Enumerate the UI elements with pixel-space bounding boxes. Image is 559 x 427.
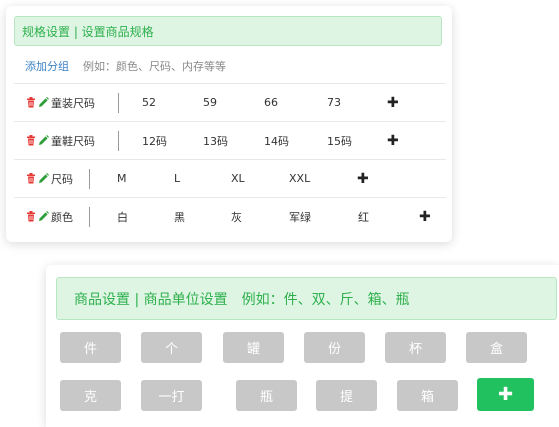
trash-icon[interactable] bbox=[25, 173, 36, 185]
unit-settings-alert: 商品设置 | 商品单位设置 例如：件、双、斤、箱、瓶 bbox=[56, 277, 557, 320]
unit-button[interactable]: 杯 bbox=[385, 332, 446, 363]
unit-settings-panel: 商品设置 | 商品单位设置 例如：件、双、斤、箱、瓶 件个罐份杯盒克一打 瓶提箱 ✚ bbox=[46, 265, 559, 427]
spec-row-divider bbox=[89, 169, 90, 189]
add-spec-value-plus-icon[interactable]: ✚ bbox=[419, 198, 431, 235]
spec-value[interactable]: 13码 bbox=[203, 122, 228, 159]
spec-group-label: 童鞋尺码 bbox=[51, 134, 95, 148]
pencil-icon[interactable] bbox=[38, 173, 49, 185]
unit-button[interactable]: 盒 bbox=[466, 332, 527, 363]
spec-value[interactable]: 灰 bbox=[231, 198, 242, 235]
spec-row-divider bbox=[118, 93, 119, 113]
spec-value[interactable]: XL bbox=[231, 160, 245, 197]
spec-value[interactable]: 红 bbox=[358, 198, 369, 235]
pencil-icon[interactable] bbox=[38, 211, 49, 223]
add-group-row: 添加分组 例如：颜色、尺码、内存等等 bbox=[25, 58, 226, 74]
spec-value[interactable]: M bbox=[117, 160, 127, 197]
spec-settings-alert: 规格设置 | 设置商品规格 bbox=[14, 16, 442, 46]
spec-value[interactable]: 59 bbox=[203, 84, 217, 121]
spec-value[interactable]: 军绿 bbox=[289, 198, 311, 235]
spec-row: 童装尺码 52 59 66 73 ✚ bbox=[14, 83, 446, 121]
spec-value[interactable]: L bbox=[174, 160, 180, 197]
spec-row-divider bbox=[89, 207, 90, 227]
unit-button[interactable]: 克 bbox=[60, 380, 121, 411]
spec-row: 颜色 白 黑 灰 军绿 红 ✚ bbox=[14, 197, 446, 235]
trash-icon[interactable] bbox=[25, 211, 36, 223]
add-group-link[interactable]: 添加分组 bbox=[25, 58, 69, 74]
unit-button[interactable]: 件 bbox=[60, 332, 121, 363]
pencil-icon[interactable] bbox=[38, 135, 49, 147]
spec-value[interactable]: 14码 bbox=[264, 122, 289, 159]
spec-value[interactable]: 15码 bbox=[327, 122, 352, 159]
spec-group-label: 童装尺码 bbox=[51, 96, 95, 110]
spec-value[interactable]: 73 bbox=[327, 84, 341, 121]
spec-value[interactable]: XXL bbox=[289, 160, 310, 197]
unit-button[interactable]: 提 bbox=[316, 380, 377, 411]
unit-button[interactable]: 瓶 bbox=[236, 380, 297, 411]
spec-settings-panel: 规格设置 | 设置商品规格 添加分组 例如：颜色、尺码、内存等等 童装尺码 52 5… bbox=[6, 6, 452, 242]
trash-icon[interactable] bbox=[25, 97, 36, 109]
add-group-hint: 例如：颜色、尺码、内存等等 bbox=[83, 60, 226, 73]
spec-value[interactable]: 黑 bbox=[174, 198, 185, 235]
spec-value[interactable]: 66 bbox=[264, 84, 278, 121]
spec-value[interactable]: 52 bbox=[142, 84, 156, 121]
spec-row-name: 颜色 bbox=[25, 198, 73, 235]
spec-row-name: 童装尺码 bbox=[25, 84, 95, 121]
pencil-icon[interactable] bbox=[38, 97, 49, 109]
add-spec-value-plus-icon[interactable]: ✚ bbox=[387, 84, 399, 121]
spec-value[interactable]: 12码 bbox=[142, 122, 167, 159]
spec-value[interactable]: 白 bbox=[117, 198, 128, 235]
add-spec-value-plus-icon[interactable]: ✚ bbox=[387, 122, 399, 159]
spec-group-label: 尺码 bbox=[51, 172, 73, 186]
trash-icon[interactable] bbox=[25, 135, 36, 147]
add-unit-button[interactable]: ✚ bbox=[477, 378, 534, 411]
spec-group-label: 颜色 bbox=[51, 210, 73, 224]
unit-button[interactable]: 一打 bbox=[141, 380, 202, 411]
unit-button[interactable]: 箱 bbox=[397, 380, 458, 411]
spec-row-divider bbox=[118, 131, 119, 151]
spec-row: 尺码 M L XL XXL ✚ bbox=[14, 159, 446, 197]
unit-button[interactable]: 个 bbox=[141, 332, 202, 363]
unit-button[interactable]: 罐 bbox=[223, 332, 284, 363]
spec-row-name: 尺码 bbox=[25, 160, 73, 197]
spec-row-name: 童鞋尺码 bbox=[25, 122, 95, 159]
spec-row: 童鞋尺码 12码 13码 14码 15码 ✚ bbox=[14, 121, 446, 159]
add-spec-value-plus-icon[interactable]: ✚ bbox=[357, 160, 369, 197]
unit-button[interactable]: 份 bbox=[304, 332, 365, 363]
